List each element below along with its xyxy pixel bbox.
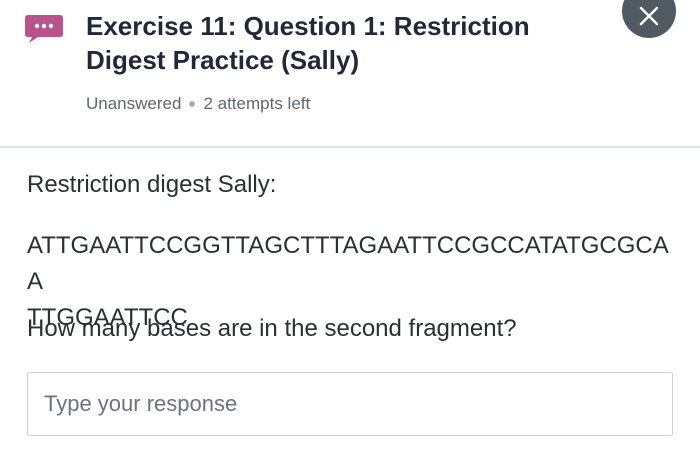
prompt-title: Restriction digest Sally: (27, 171, 277, 198)
status-label: Unanswered (86, 94, 182, 113)
question-text: How many bases are in the second fragmen… (27, 315, 517, 342)
sequence-line-1: ATTGAATTCCGGTTAGCTTTAGAATTCCGCCATATGCGCA… (27, 232, 669, 295)
question-header: Exercise 11: Question 1: Restriction Dig… (0, 0, 700, 146)
question-title: Exercise 11: Question 1: Restriction Dig… (86, 11, 530, 75)
header-divider (0, 146, 700, 148)
close-button[interactable] (622, 0, 676, 38)
question-meta: Unanswered 2 attempts left (86, 93, 310, 115)
close-icon (639, 6, 659, 26)
separator-dot (189, 101, 196, 107)
attempts-label: 2 attempts left (203, 94, 311, 113)
response-input[interactable] (27, 372, 673, 436)
chat-bubble-ellipsis-icon[interactable] (24, 14, 64, 44)
